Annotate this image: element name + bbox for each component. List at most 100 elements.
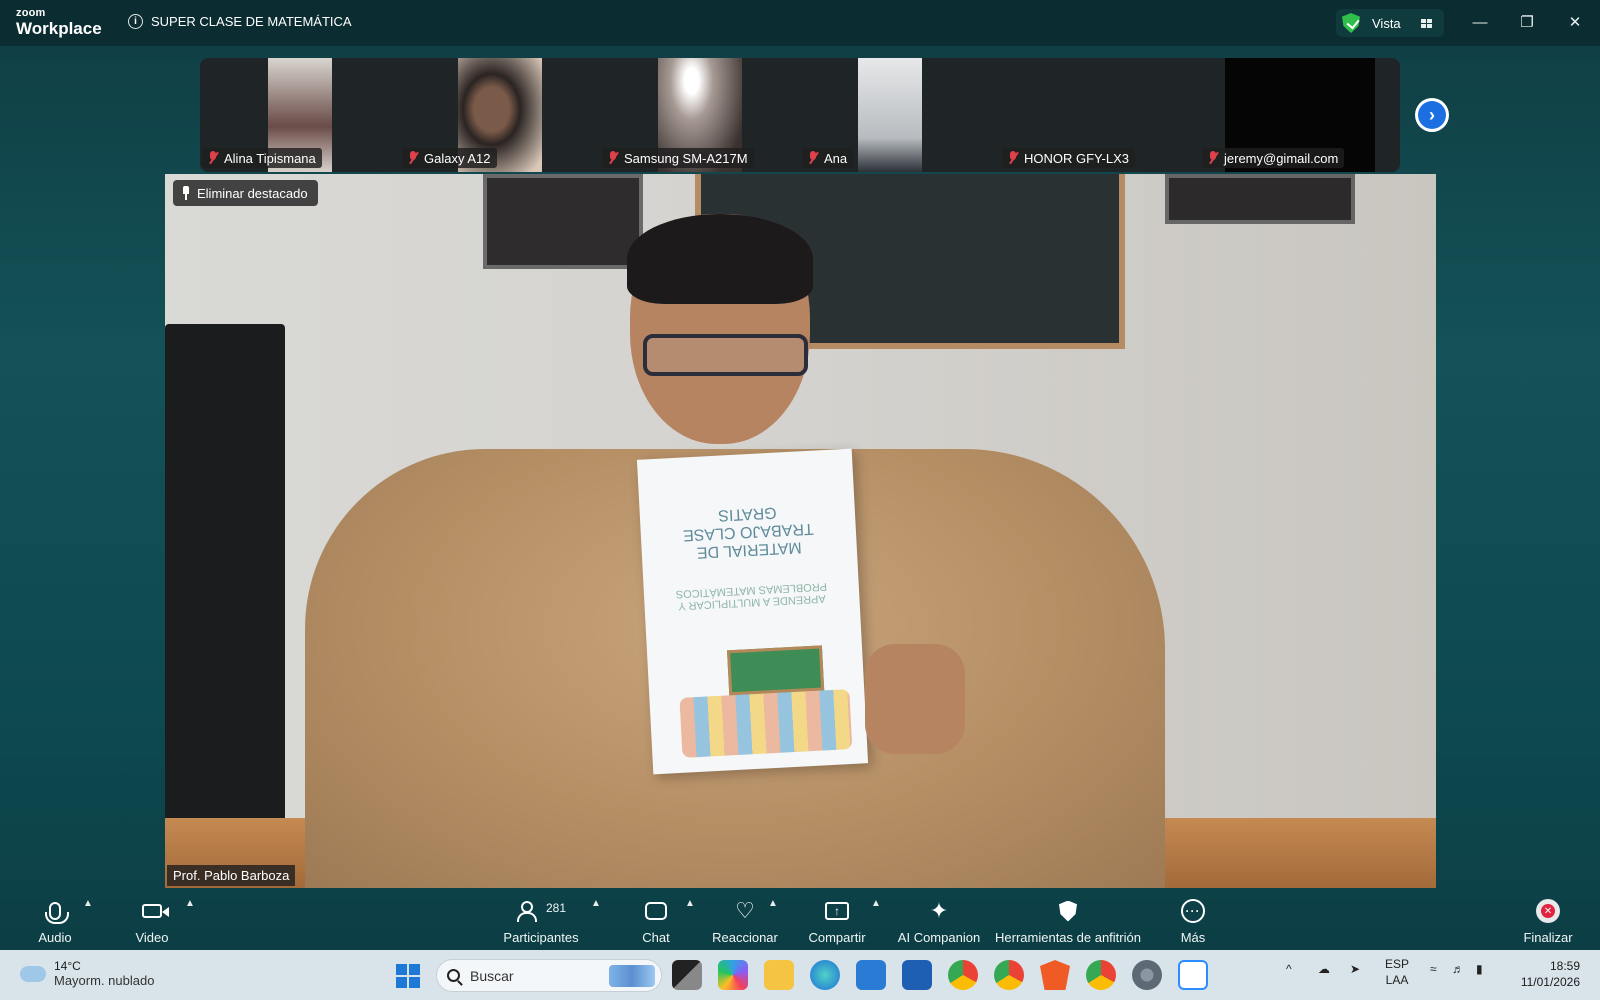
meeting-info[interactable]: i SUPER CLASE DE MATEMÁTICA <box>128 14 352 29</box>
booklet-title: MATERIAL DE TRABAJO CLASE GRATIS <box>682 503 815 561</box>
chrome-profile-icon[interactable] <box>994 960 1024 990</box>
remove-spotlight-label: Eliminar destacado <box>197 185 308 201</box>
audio-button[interactable]: Audio <box>34 898 76 945</box>
windows-start-icon[interactable] <box>396 964 420 988</box>
microsoft-365-icon[interactable] <box>718 960 748 990</box>
wall-picture <box>483 174 643 269</box>
onedrive-offline-icon[interactable]: ☁ <box>1318 962 1330 976</box>
outlook-icon[interactable] <box>856 960 886 990</box>
brave-browser-icon[interactable] <box>1040 960 1070 990</box>
host-tools-button[interactable]: Herramientas de anfitrión <box>993 898 1143 945</box>
wall-abacus <box>1165 174 1355 224</box>
info-icon[interactable]: i <box>128 14 143 29</box>
microsoft-store-icon[interactable] <box>902 960 932 990</box>
chat-options-chevron-icon[interactable]: ▲ <box>685 898 695 909</box>
file-explorer-icon[interactable] <box>764 960 794 990</box>
weather-widget[interactable]: 14°C Mayorm. nublado <box>18 958 155 988</box>
taskbar-search-input[interactable]: Buscar <box>436 959 662 992</box>
weather-condition: Mayorm. nublado <box>54 973 155 988</box>
participant-tile[interactable]: Ana <box>800 58 1000 172</box>
search-icon <box>447 969 460 982</box>
os-taskbar: 14°C Mayorm. nublado Buscar ^ ☁ ➤ ESP LA… <box>0 950 1600 1000</box>
share-options-chevron-icon[interactable]: ▲ <box>871 898 881 909</box>
end-meeting-button[interactable]: ✕ Finalizar <box>1522 898 1574 945</box>
edge-browser-icon[interactable] <box>810 960 840 990</box>
participant-tile[interactable]: HONOR GFY-LX3 <box>1000 58 1200 172</box>
participant-name-tag: HONOR GFY-LX3 <box>1002 148 1135 168</box>
main-speaker-video[interactable]: MATERIAL DE TRABAJO CLASE GRATIS APRENDE… <box>165 174 1436 888</box>
speaker-hair <box>627 214 813 304</box>
participant-video <box>858 58 922 172</box>
minimize-icon[interactable]: — <box>1468 11 1492 33</box>
participant-strip: Alina Tipismana Galaxy A12 Samsung SM-A2… <box>200 58 1400 172</box>
grid-icon <box>1420 18 1432 28</box>
mic-muted-icon <box>807 151 819 165</box>
wifi-icon[interactable]: ≈ <box>1430 962 1437 976</box>
chrome-icon[interactable] <box>948 960 978 990</box>
input-language-indicator[interactable]: ESP LAA <box>1385 956 1409 988</box>
language-code: ESP <box>1385 957 1410 971</box>
booklet-illustration-kids <box>679 689 853 758</box>
end-call-icon: ✕ <box>1536 899 1560 923</box>
meeting-title: SUPER CLASE DE MATEMÁTICA <box>151 14 352 29</box>
end-label: Finalizar <box>1523 930 1573 945</box>
participant-tile[interactable]: Alina Tipismana <box>200 58 400 172</box>
security-shield-icon[interactable] <box>1342 13 1360 33</box>
participant-name: HONOR GFY-LX3 <box>1024 150 1129 166</box>
participant-name-tag: Samsung SM-A217M <box>602 148 754 168</box>
battery-icon[interactable]: ▮ <box>1476 962 1483 976</box>
chat-button[interactable]: Chat <box>638 898 674 945</box>
more-button[interactable]: ··· Más <box>1176 898 1210 945</box>
participant-name: Samsung SM-A217M <box>624 150 748 166</box>
react-label: Reaccionar <box>712 930 778 945</box>
participants-options-chevron-icon[interactable]: ▲ <box>591 898 601 909</box>
location-icon[interactable]: ➤ <box>1350 962 1360 976</box>
mic-muted-icon <box>207 151 219 165</box>
restore-icon[interactable]: ❐ <box>1515 11 1539 33</box>
video-button[interactable]: Video <box>130 898 174 945</box>
mic-muted-icon <box>407 151 419 165</box>
chevron-right-icon: › <box>1418 101 1446 129</box>
microphone-icon <box>45 902 69 924</box>
participant-name-tag: Ana <box>802 148 854 168</box>
participant-name: Alina Tipismana <box>224 150 316 166</box>
participants-icon <box>516 901 540 922</box>
participant-tile[interactable]: jeremy@gimail.com <box>1200 58 1400 172</box>
remove-spotlight-button[interactable]: Eliminar destacado <box>173 180 318 206</box>
clock-date: 11/01/2026 <box>1520 975 1580 989</box>
meeting-toolbar: Audio ▲ Video ▲ 281 Participantes ▲ Chat… <box>0 890 1600 950</box>
task-view-icon[interactable] <box>672 960 702 990</box>
next-page-button[interactable]: › <box>1415 98 1449 132</box>
participant-name: Ana <box>824 150 848 166</box>
view-button[interactable]: Vista <box>1336 9 1444 37</box>
share-button[interactable]: ↑ Compartir <box>806 898 868 945</box>
chat-icon <box>645 902 667 920</box>
show-hidden-icons-chevron-icon[interactable]: ^ <box>1286 962 1292 976</box>
mic-muted-icon <box>607 151 619 165</box>
mic-muted-icon <box>1207 151 1219 165</box>
chrome-secondary-icon[interactable] <box>1086 960 1116 990</box>
view-label: Vista <box>1372 15 1401 31</box>
audio-label: Audio <box>38 930 72 945</box>
volume-icon[interactable]: ♬ <box>1452 962 1464 976</box>
ai-companion-button[interactable]: ✦ AI Companion <box>896 898 982 945</box>
weather-temperature: 14°C <box>54 959 81 973</box>
taskbar-clock[interactable]: 18:59 11/01/2026 <box>1512 958 1580 990</box>
react-options-chevron-icon[interactable]: ▲ <box>768 898 778 909</box>
video-options-chevron-icon[interactable]: ▲ <box>185 898 195 909</box>
participants-count: 281 <box>545 901 567 915</box>
title-bar: zoom Workplace i SUPER CLASE DE MATEMÁTI… <box>0 0 1600 46</box>
close-icon[interactable]: ✕ <box>1563 11 1587 33</box>
participant-tile[interactable]: Samsung SM-A217M <box>600 58 800 172</box>
zoom-app-icon[interactable] <box>1178 960 1208 990</box>
monitor-shape <box>165 324 285 844</box>
settings-gear-icon[interactable] <box>1132 960 1162 990</box>
participants-button[interactable]: 281 Participantes <box>500 898 582 945</box>
sparkle-icon: ✦ <box>929 898 949 923</box>
share-label: Compartir <box>808 930 866 945</box>
host-tools-label: Herramientas de anfitrión <box>995 930 1141 945</box>
participant-tile[interactable]: Galaxy A12 <box>400 58 600 172</box>
audio-options-chevron-icon[interactable]: ▲ <box>83 898 93 909</box>
search-placeholder: Buscar <box>470 967 514 984</box>
speaker-hand <box>865 644 965 754</box>
